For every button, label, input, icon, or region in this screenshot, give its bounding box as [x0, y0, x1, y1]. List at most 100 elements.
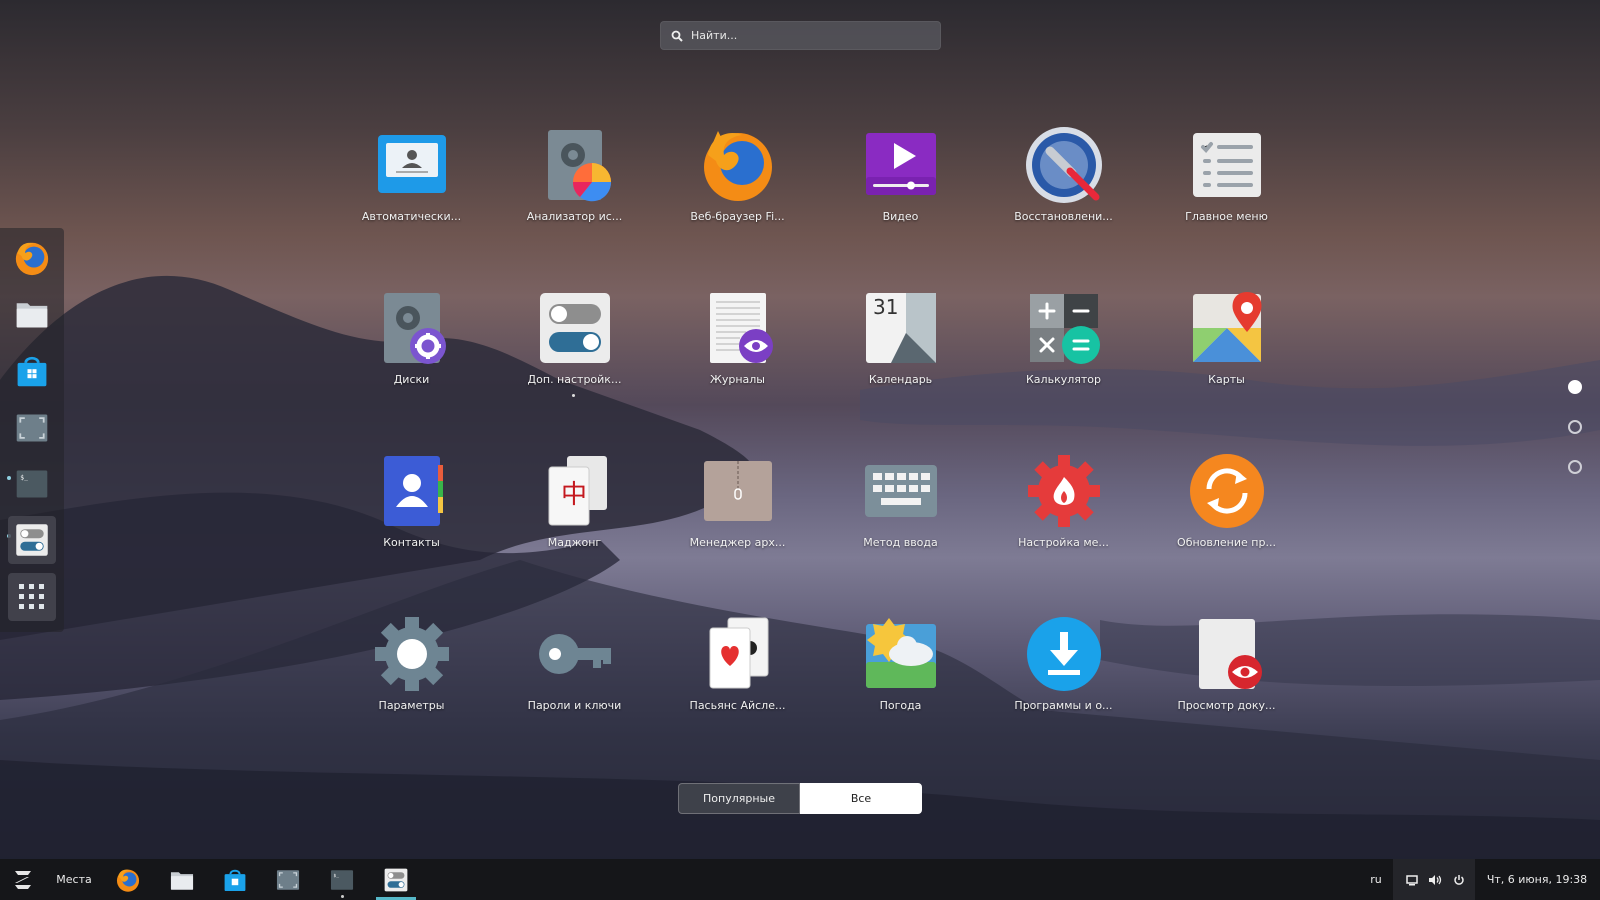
software-store-icon — [17, 356, 47, 387]
app-label: Менеджер арх... — [689, 536, 786, 549]
app-label: Видео — [882, 210, 919, 223]
dock-tweaks[interactable] — [8, 516, 56, 564]
dock-show-applications[interactable] — [8, 573, 56, 621]
page-indicator-3[interactable] — [1568, 460, 1582, 474]
taskbar-files[interactable] — [164, 859, 200, 900]
app-label: Погода — [879, 699, 922, 712]
app-label: Контакты — [383, 536, 440, 549]
files-folder-icon — [170, 871, 194, 890]
page-indicator-2[interactable] — [1568, 420, 1582, 434]
running-indicator — [572, 394, 575, 397]
key-icon — [535, 614, 615, 694]
taskbar-terminal[interactable]: $_ — [324, 859, 360, 900]
dock-firefox[interactable] — [8, 234, 56, 282]
software-store-icon — [224, 869, 246, 891]
app-label: Карты — [1208, 373, 1245, 386]
files-folder-icon — [16, 303, 48, 328]
app-document-viewer[interactable]: Просмотр доку... — [1145, 614, 1308, 777]
app-grid-icon — [19, 584, 44, 609]
dock-terminal[interactable]: $_ — [8, 460, 56, 508]
app-label: Журналы — [710, 373, 765, 386]
datetime-label: Чт, 6 июня, 19:38 — [1486, 873, 1588, 886]
dock-screenshot[interactable] — [8, 404, 56, 452]
app-label: Маджонг — [547, 536, 602, 549]
dock-files[interactable] — [8, 290, 56, 338]
app-label: Параметры — [378, 699, 445, 712]
app-maps[interactable]: Карты — [1145, 288, 1308, 451]
taskbar: Места $_ ru Чт, 6 июня, 19:38 — [0, 859, 1600, 900]
taskbar-software-store[interactable] — [217, 859, 253, 900]
document-viewer-icon — [1187, 614, 1267, 694]
app-tweaks[interactable]: Доп. настройк... — [493, 288, 656, 451]
keyboard-layout-indicator[interactable]: ru — [1366, 859, 1386, 900]
search-input[interactable] — [691, 29, 931, 42]
display-status[interactable] — [1403, 859, 1421, 900]
app-grid: Автоматически... Анализатор ис... Веб-бр… — [330, 125, 1308, 777]
app-input-method[interactable]: Метод ввода — [819, 451, 982, 614]
app-calendar[interactable]: 31 Календарь — [819, 288, 982, 451]
app-label: Восстановлени... — [1014, 210, 1113, 223]
disk-usage-analyzer-icon — [535, 125, 615, 205]
app-automatic-login[interactable]: Автоматически... — [330, 125, 493, 288]
app-calculator[interactable]: Калькулятор — [982, 288, 1145, 451]
app-contacts[interactable]: Контакты — [330, 451, 493, 614]
svg-text:$_: $_ — [20, 475, 28, 482]
app-mahjongg[interactable]: 中 Маджонг — [493, 451, 656, 614]
places-menu[interactable]: Места — [50, 859, 98, 900]
app-passwords-keys[interactable]: Пароли и ключи — [493, 614, 656, 777]
app-video[interactable]: Видео — [819, 125, 982, 288]
zorin-menu-button[interactable] — [0, 859, 46, 900]
app-label: Анализатор ис... — [526, 210, 623, 223]
screenshot-icon — [276, 869, 300, 890]
power-menu[interactable] — [1449, 859, 1469, 900]
svg-text:中: 中 — [561, 480, 587, 510]
maps-icon — [1187, 288, 1267, 368]
app-settings[interactable]: Параметры — [330, 614, 493, 777]
dock-software-store[interactable] — [8, 347, 56, 395]
firefox-icon — [15, 242, 49, 276]
app-firefox[interactable]: Веб-браузер Fi... — [656, 125, 819, 288]
repair-tool-icon — [1024, 125, 1104, 205]
software-update-icon — [1187, 451, 1267, 531]
zorin-logo-icon — [15, 870, 31, 889]
running-indicator — [341, 895, 344, 898]
volume-status[interactable] — [1425, 859, 1445, 900]
app-disks[interactable]: Диски — [330, 288, 493, 451]
app-logs[interactable]: Журналы — [656, 288, 819, 451]
app-menu-settings[interactable]: Настройка ме... — [982, 451, 1145, 614]
search-bar[interactable] — [660, 21, 941, 50]
app-weather[interactable]: Погода — [819, 614, 982, 777]
settings-gear-icon — [372, 614, 452, 694]
app-software-update[interactable]: Обновление пр... — [1145, 451, 1308, 614]
app-label: Автоматически... — [361, 210, 462, 223]
app-main-menu[interactable]: Главное меню — [1145, 125, 1308, 288]
taskbar-tweaks[interactable] — [376, 859, 416, 900]
tab-popular[interactable]: Популярные — [678, 783, 800, 814]
contacts-icon — [372, 451, 452, 531]
app-label: Диски — [393, 373, 430, 386]
volume-icon — [1429, 874, 1442, 885]
screenshot-icon — [16, 414, 48, 442]
app-label: Главное меню — [1185, 210, 1268, 223]
contacts-card-icon — [372, 125, 452, 205]
app-label: Веб-браузер Fi... — [690, 210, 785, 223]
solitaire-cards-icon — [698, 614, 778, 694]
disks-icon — [372, 288, 452, 368]
app-aisleriot-solitaire[interactable]: Пасьянс Айсле... — [656, 614, 819, 777]
clock[interactable]: Чт, 6 июня, 19:38 — [1480, 859, 1594, 900]
app-label: Метод ввода — [863, 536, 938, 549]
taskbar-screenshot[interactable] — [270, 859, 306, 900]
app-disk-usage-analyzer[interactable]: Анализатор ис... — [493, 125, 656, 288]
app-recovery[interactable]: Восстановлени... — [982, 125, 1145, 288]
app-software[interactable]: Программы и о... — [982, 614, 1145, 777]
firefox-icon — [698, 125, 778, 205]
tweaks-icon — [16, 524, 48, 556]
page-indicator-1[interactable] — [1568, 380, 1582, 394]
app-label: Настройка ме... — [1018, 536, 1109, 549]
app-label: Программы и о... — [1014, 699, 1113, 712]
taskbar-firefox[interactable] — [110, 859, 146, 900]
weather-icon — [861, 614, 941, 694]
tab-all[interactable]: Все — [800, 783, 922, 814]
app-archive-manager[interactable]: Менеджер арх... — [656, 451, 819, 614]
app-label: Пароли и ключи — [527, 699, 622, 712]
